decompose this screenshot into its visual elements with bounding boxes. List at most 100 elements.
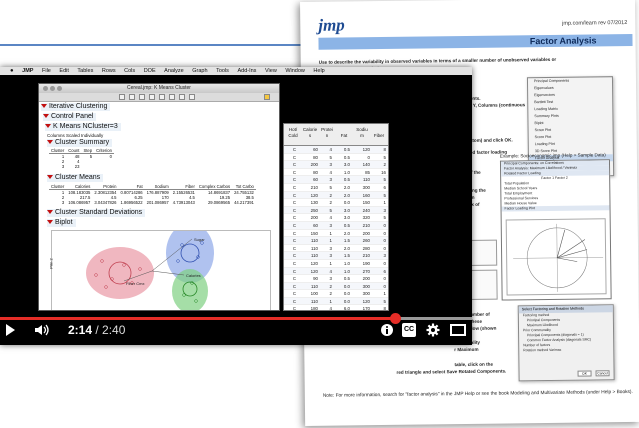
table-cell: 120 xyxy=(310,260,318,266)
table-cell: 110 xyxy=(311,238,318,244)
menu-add-ins: Add-Ins xyxy=(237,68,257,74)
table-cell: 0 xyxy=(383,276,386,282)
cell xyxy=(81,164,94,169)
table-cell: 1 xyxy=(329,230,332,236)
table-cell: 1.5 xyxy=(343,238,350,244)
table-cell: 0.5 xyxy=(343,222,350,228)
table-cell: 0.5 xyxy=(343,276,350,282)
biplot-frame: Prin 2 Fiber Cmx Sugar Calories xyxy=(49,223,271,310)
table-row: C 60 3 0.5 110 5 xyxy=(284,176,388,184)
app-menu: JMP xyxy=(22,68,34,74)
table-cell: 1 xyxy=(383,291,386,297)
table-cell: C xyxy=(292,154,296,160)
table-cell: 80 xyxy=(313,169,318,175)
table-cell: 0.5 xyxy=(343,154,350,160)
table-cell: 5 xyxy=(329,154,332,160)
col-header: Criterion xyxy=(94,148,114,154)
red-triangle-icon xyxy=(41,104,47,109)
table-cell: 4 xyxy=(329,169,332,175)
table-cell: 260 xyxy=(362,238,370,244)
table-cell: C xyxy=(292,215,296,221)
col-header: Complex Carbos xyxy=(196,184,233,190)
outline-cluster-summary: Cluster Summary xyxy=(47,139,113,147)
table-cell: C xyxy=(292,147,296,152)
info-icon[interactable] xyxy=(380,323,394,337)
table-cell: 0.5 xyxy=(343,177,350,183)
table-cell: 8 xyxy=(383,306,386,311)
table-cell: C xyxy=(292,253,296,259)
col-header: Hot/ Cold xyxy=(288,127,298,138)
cell: 3 xyxy=(61,200,65,205)
table-cell: 5 xyxy=(383,192,386,198)
table-cell: 0 xyxy=(383,230,386,236)
video-player[interactable]: ● JMP File Edit Tables Rows Cols DOE Ana… xyxy=(0,67,472,345)
table-row: C 60 3 0.5 210 0 xyxy=(284,221,388,230)
table-cell: 210 xyxy=(310,184,318,190)
table-cell: 0 xyxy=(383,238,386,244)
outline-label: Cluster Summary xyxy=(55,139,110,146)
table-cell: 170 xyxy=(362,306,370,311)
cluster-summary-table: Cluster Count Step Criterion 1 48 5 0 2 … xyxy=(49,148,114,169)
table-cell: 60 xyxy=(313,222,318,228)
table-cell: 300 xyxy=(362,184,370,190)
col-header: Protei n xyxy=(321,127,333,138)
gear-icon[interactable] xyxy=(426,323,440,337)
jmp-logo: jmp xyxy=(318,15,345,35)
menu-tools: Tools xyxy=(216,68,229,74)
biplot-graphic: Fiber Cmx Sugar Calories xyxy=(86,223,214,310)
table-cell: 0.0 xyxy=(343,291,350,297)
menu-window: Window xyxy=(285,68,305,74)
table-cell: 3.0 xyxy=(343,215,350,221)
menu-rows: Rows xyxy=(101,68,116,74)
table-cell: C xyxy=(292,268,296,274)
table-cell: 1 xyxy=(329,298,332,304)
table-cell: 110 xyxy=(311,253,318,259)
table-row: C 180 4 6.0 170 8 xyxy=(284,305,388,311)
table-cell: C xyxy=(292,207,296,213)
table-cell: 4 xyxy=(329,306,332,311)
table-cell: C xyxy=(292,184,296,190)
outline-label: Control Panel xyxy=(51,113,94,120)
play-icon[interactable] xyxy=(6,324,15,336)
table-cell: 110 xyxy=(311,283,318,289)
outline-label: Biplot xyxy=(55,219,73,226)
table-cell: 0 xyxy=(383,245,386,251)
arrow-tool-icon xyxy=(119,94,125,100)
menu-edit: Edit xyxy=(59,68,69,74)
table-cell: 5 xyxy=(383,298,386,304)
table-cell: 200 xyxy=(362,276,370,282)
lasso-tool-icon xyxy=(159,94,165,100)
table-row: C 80 5 0.5 0 5 xyxy=(284,154,388,162)
outline-iterative-clustering: Iterative Clustering xyxy=(41,103,111,111)
menu-tables: Tables xyxy=(77,68,94,74)
dialog-row: Rotation method Varimax xyxy=(523,347,562,353)
table-cell: 120 xyxy=(310,192,318,198)
biplot-label-sugar: Sugar xyxy=(194,237,205,242)
time-display: 2:14 / 2:40 xyxy=(68,323,126,337)
table-cell: 1.0 xyxy=(343,260,350,266)
outline-k-means: K Means NCluster=3 xyxy=(45,123,121,131)
table-row: C 120 1 1.0 190 0 xyxy=(284,260,388,268)
table-cell: 3 xyxy=(329,276,332,282)
table-cell: C xyxy=(292,238,296,244)
table-cell: 300 xyxy=(362,283,370,289)
table-cell: 110 xyxy=(311,245,318,251)
report-body: Iterative Clustering Control Panel K Mea… xyxy=(39,102,279,310)
volume-icon[interactable] xyxy=(34,323,50,337)
fullscreen-icon[interactable] xyxy=(450,324,466,336)
table-cell: 1 xyxy=(329,238,332,244)
table-cell: 300 xyxy=(362,291,370,297)
doc-title-bar: Factor Analysis xyxy=(318,33,633,50)
captions-button[interactable]: CC xyxy=(402,323,416,337)
table-row: C 250 5 3.0 240 3 xyxy=(284,206,388,215)
col-header: Calorie s xyxy=(302,127,318,138)
outline-cluster-means: Cluster Means xyxy=(47,174,104,182)
col-header: Cluster xyxy=(49,184,67,190)
table-cell: 2 xyxy=(383,162,386,168)
table-cell: 2.0 xyxy=(343,230,350,236)
table-cell: C xyxy=(292,283,296,289)
outline-label: Cluster Means xyxy=(55,174,101,181)
table-cell: 200 xyxy=(310,215,318,221)
outline-label: Cluster Standard Deviations xyxy=(55,209,143,216)
report-title-bar: Cereal.jmp: K Means Cluster xyxy=(39,84,279,93)
